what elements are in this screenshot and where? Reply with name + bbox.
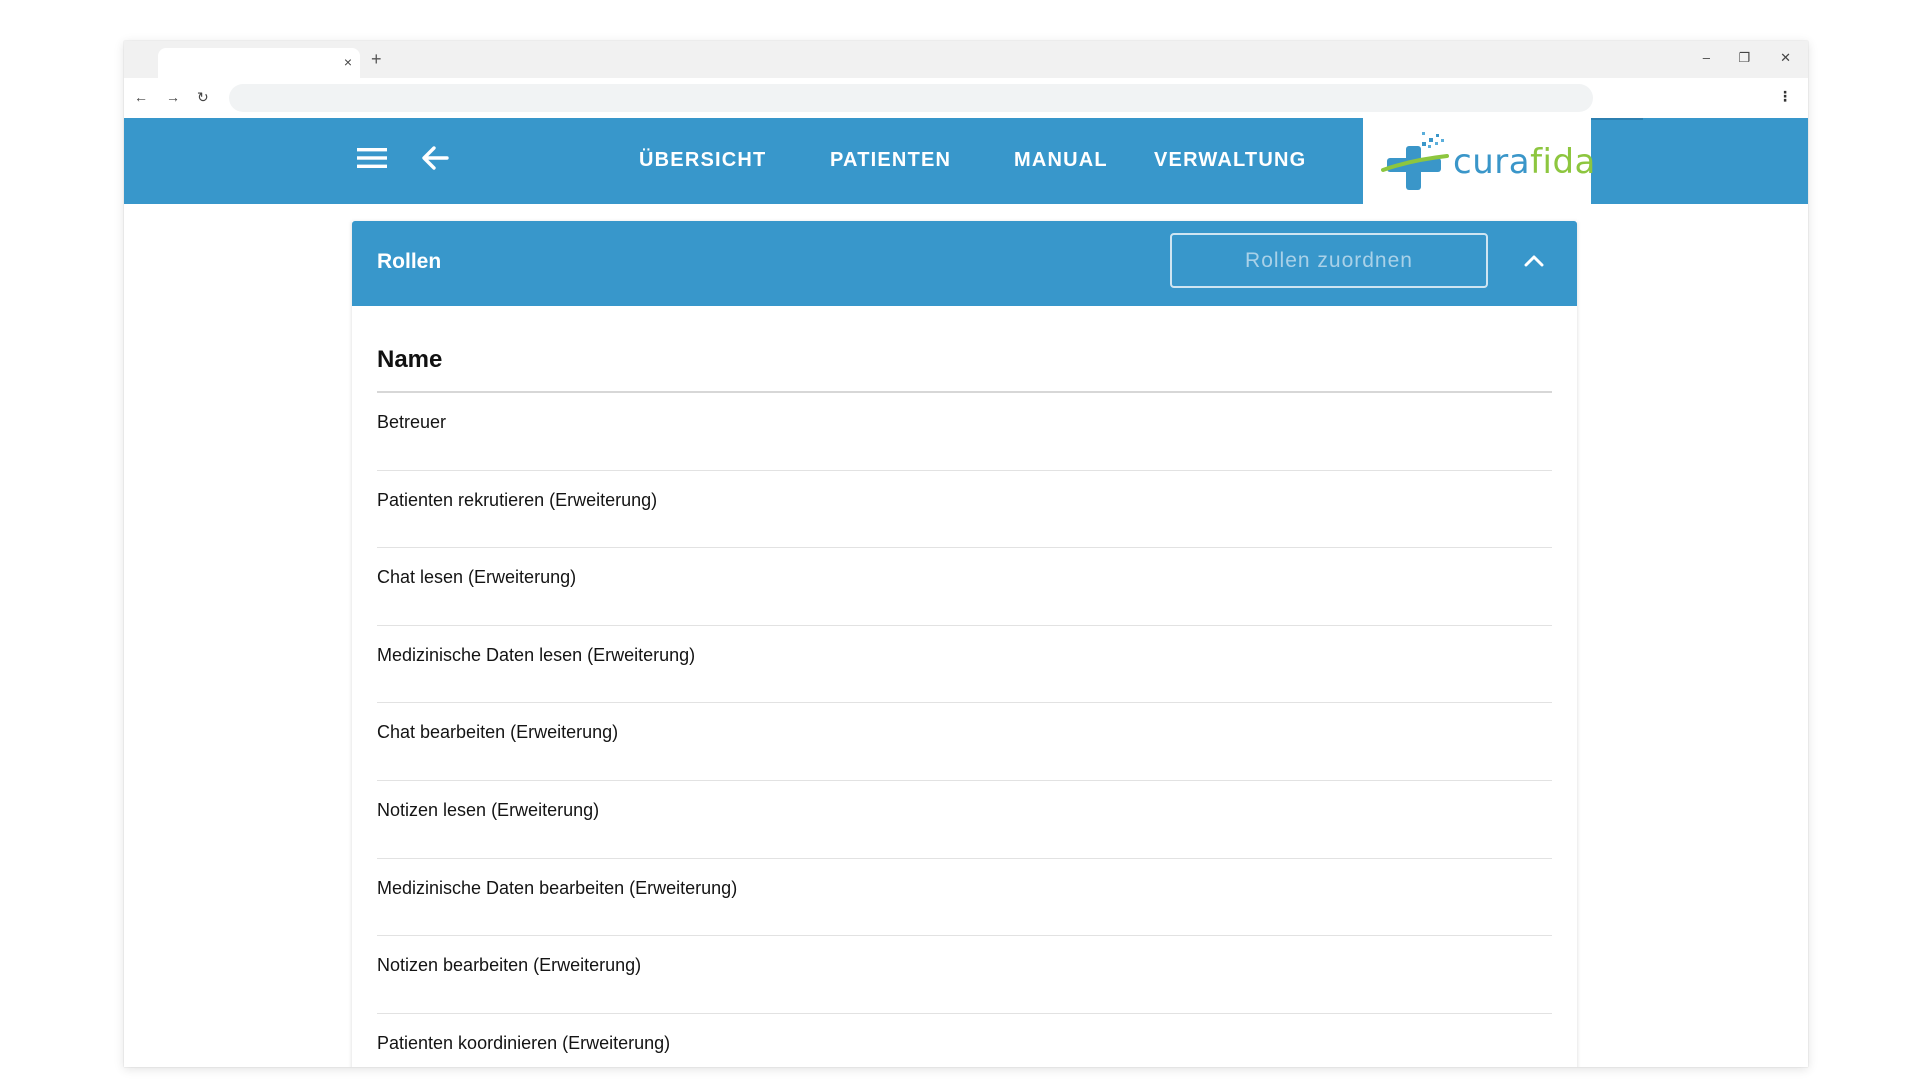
close-tab-icon[interactable]: × (344, 54, 352, 70)
logo-wordmark: curafida (1453, 142, 1596, 182)
assign-roles-button[interactable]: Rollen zuordnen (1170, 233, 1488, 288)
roles-list: Betreuer Patienten rekrutieren (Erweiter… (377, 393, 1552, 1067)
nav-patienten[interactable]: PATIENTEN (830, 149, 951, 172)
browser-menu-icon[interactable]: ⋮ (1778, 88, 1792, 104)
list-item: Medizinische Daten bearbeiten (Erweiteru… (377, 859, 1552, 937)
nav-uebersicht[interactable]: ÜBERSICHT (639, 149, 766, 172)
nav-verwaltung[interactable]: VERWALTUNG (1154, 149, 1306, 172)
header-accent-line (1591, 118, 1643, 120)
browser-window: × + – ❐ ✕ ← → ↻ ⋮ ÜBERSICHT PATIENTEN MA… (124, 41, 1808, 1067)
list-item: Notizen bearbeiten (Erweiterung) (377, 936, 1552, 1014)
nav-manual[interactable]: MANUAL (1014, 149, 1108, 172)
roles-panel: Rollen Rollen zuordnen Name Betreuer Pat… (352, 221, 1577, 1067)
medical-cross-icon (1381, 132, 1449, 190)
list-item: Chat bearbeiten (Erweiterung) (377, 703, 1552, 781)
back-nav-icon[interactable]: ← (134, 88, 148, 106)
curafida-logo[interactable]: curafida (1363, 118, 1595, 204)
column-header-name: Name (377, 346, 443, 373)
close-window-icon[interactable]: ✕ (1780, 50, 1791, 66)
app-header: ÜBERSICHT PATIENTEN MANUAL VERWALTUNG cu… (124, 118, 1808, 204)
forward-nav-icon[interactable]: → (166, 88, 180, 106)
address-bar[interactable] (229, 84, 1593, 112)
back-arrow-icon[interactable] (420, 143, 450, 173)
panel-header: Rollen Rollen zuordnen (352, 221, 1577, 306)
list-item: Betreuer (377, 393, 1552, 471)
list-item: Patienten koordinieren (Erweiterung) (377, 1032, 671, 1053)
tab-strip: × + – ❐ ✕ (124, 41, 1808, 78)
new-tab-icon[interactable]: + (371, 50, 382, 68)
browser-toolbar: ← → ↻ ⋮ (124, 78, 1808, 118)
chevron-up-icon[interactable] (1522, 249, 1546, 273)
restore-icon[interactable]: ❐ (1738, 50, 1750, 66)
hamburger-menu-icon[interactable] (357, 146, 387, 170)
list-item: Notizen lesen (Erweiterung) (377, 781, 1552, 859)
minimize-icon[interactable]: – (1703, 50, 1710, 66)
reload-icon[interactable]: ↻ (197, 88, 209, 106)
list-item: Chat lesen (Erweiterung) (377, 548, 1552, 626)
list-item: Medizinische Daten lesen (Erweiterung) (377, 626, 1552, 704)
list-item: Patienten rekrutieren (Erweiterung) (377, 471, 1552, 549)
panel-title: Rollen (377, 250, 442, 273)
browser-tab[interactable]: × (158, 48, 360, 78)
